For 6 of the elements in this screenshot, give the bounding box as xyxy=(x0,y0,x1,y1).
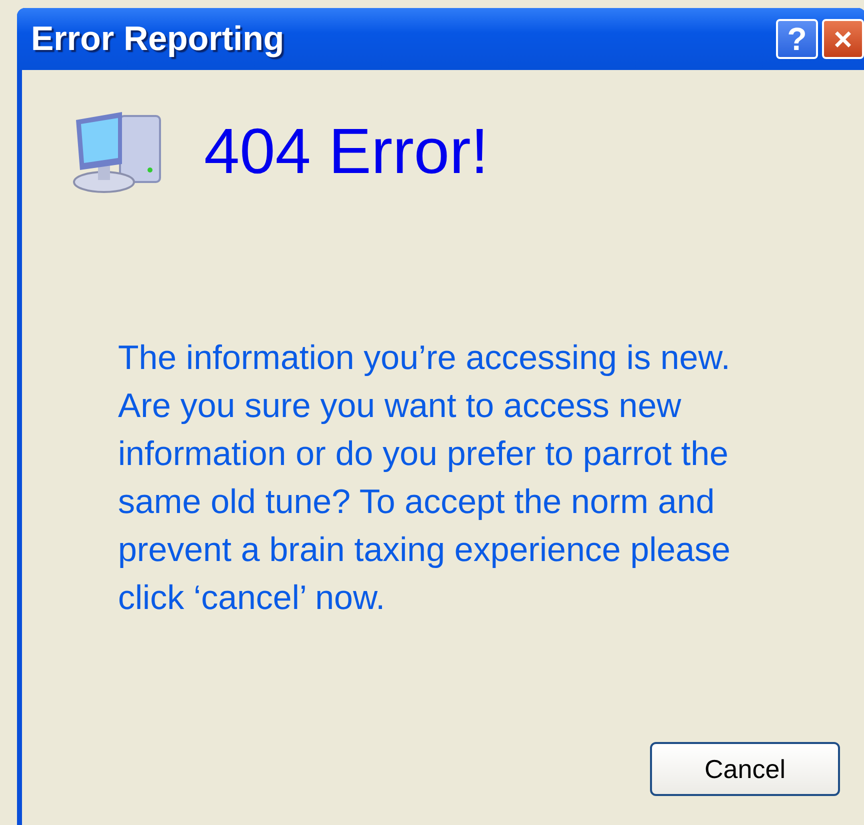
window-title: Error Reporting xyxy=(31,18,286,60)
error-message: The information you’re accessing is new. Are you sure you want to access new information or do you prefer to parrot the same old tune? To accept the norm and prevent a brain taxing experience please click ‘cancel’ now. xyxy=(118,338,732,619)
help-button[interactable]: ? xyxy=(776,19,818,59)
error-heading: 404 Error! xyxy=(204,119,489,183)
close-button[interactable]: × xyxy=(822,19,864,59)
cancel-button[interactable]: Cancel xyxy=(650,742,840,796)
